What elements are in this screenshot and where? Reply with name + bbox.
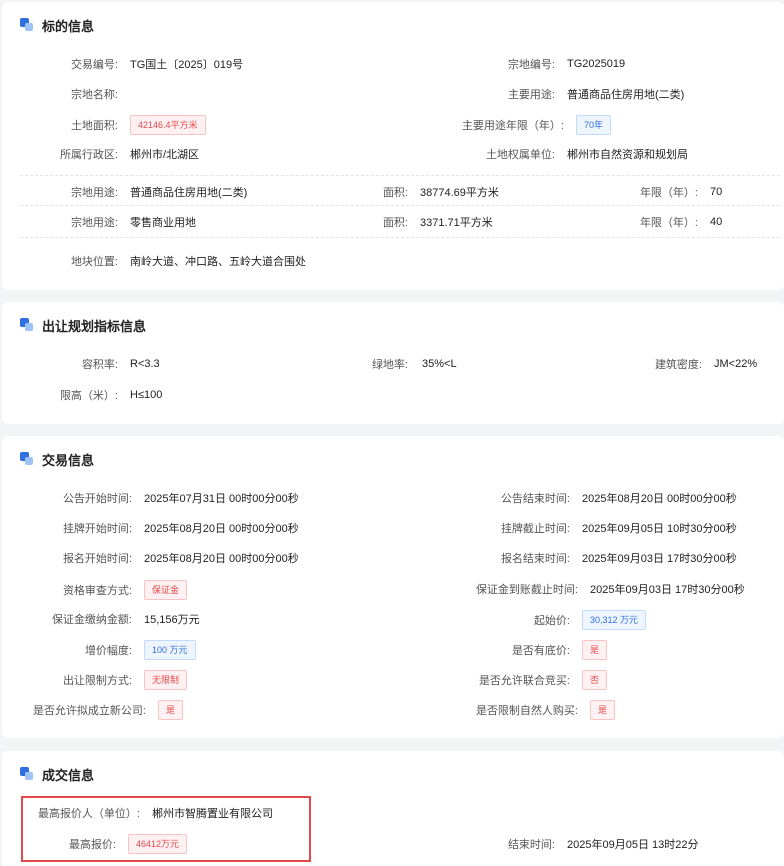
reserve-price-field: 是否有底价: 是 bbox=[457, 639, 608, 661]
subject-info-title: 标的信息 bbox=[20, 16, 94, 34]
main-use-years-badge: 70年 bbox=[576, 115, 612, 135]
district-field: 所属行政区: 郴州市/北湖区 bbox=[59, 149, 200, 161]
use-row-2-years: 年限（年）: 40 bbox=[639, 216, 723, 229]
restriction-badge: 无限制 bbox=[144, 670, 188, 690]
deposit-deadline-field: 保证金到账截止时间: 2025年09月03日 17时30分00秒 bbox=[475, 584, 745, 596]
joint-bid-badge: 否 bbox=[582, 670, 608, 690]
section-icon bbox=[20, 767, 34, 781]
divider bbox=[20, 237, 780, 238]
start-price-badge: 30,312 万元 bbox=[582, 610, 647, 630]
owner-unit-field: 土地权属单位: 郴州市自然资源和规划局 bbox=[485, 149, 688, 161]
green-rate-field: 绿地率: 35%<L bbox=[371, 358, 457, 371]
use-row-1-use: 宗地用途: 普通商品住房用地(二类) bbox=[70, 187, 248, 199]
land-area-badge: 42146.4平方米 bbox=[130, 115, 206, 135]
signup-start-field: 报名开始时间: 2025年08月20日 00时00分00秒 bbox=[62, 553, 299, 565]
reserve-price-badge: 是 bbox=[582, 640, 608, 660]
trade-info-card: 交易信息 公告开始时间: 2025年07月31日 00时00分00秒 公告结束时… bbox=[2, 436, 784, 738]
use-row-2-use: 宗地用途: 零售商业用地 bbox=[70, 217, 196, 229]
review-method-field: 资格审查方式: 保证金 bbox=[12, 579, 188, 601]
restriction-field: 出让限制方式: 无限制 bbox=[12, 669, 188, 691]
parcel-no-field: 宗地编号: TG2025019 bbox=[507, 58, 626, 71]
subject-info-card: 标的信息 交易编号: TG国土〔2025〕019号 宗地编号: TG202501… bbox=[2, 2, 784, 290]
joint-bid-field: 是否允许联合竞买: 否 bbox=[457, 669, 608, 691]
deposit-amount-field: 保证金缴纳金额: 15,156万元 bbox=[51, 614, 200, 626]
signup-end-field: 报名结束时间: 2025年09月03日 17时30分00秒 bbox=[500, 553, 737, 565]
far-field: 容积率: R<3.3 bbox=[81, 358, 160, 371]
divider bbox=[20, 175, 780, 176]
use-row-1-area: 面积: 38774.69平方米 bbox=[382, 187, 499, 199]
section-icon bbox=[20, 452, 34, 466]
density-field: 建筑密度: JM<22% bbox=[654, 358, 758, 371]
listing-end-field: 挂牌截止时间: 2025年09月05日 10时30分00秒 bbox=[500, 523, 737, 535]
new-company-badge: 是 bbox=[158, 700, 184, 720]
increment-field: 增价幅度: 100 万元 bbox=[12, 639, 196, 661]
notice-start-field: 公告开始时间: 2025年07月31日 00时00分00秒 bbox=[62, 493, 299, 505]
natural-person-field: 是否限制自然人购买: 是 bbox=[457, 699, 616, 721]
land-area-field: 土地面积: 42146.4平方米 bbox=[42, 114, 206, 136]
main-use-years-field: 主要用途年限（年）: 70年 bbox=[457, 114, 612, 136]
start-price-field: 起始价: 30,312 万元 bbox=[457, 609, 647, 631]
deal-info-title: 成交信息 bbox=[20, 765, 94, 783]
trade-no-field: 交易编号: TG国土〔2025〕019号 bbox=[70, 59, 244, 71]
height-limit-field: 限高（米）: H≤100 bbox=[59, 389, 163, 402]
divider bbox=[20, 205, 780, 206]
notice-end-field: 公告结束时间: 2025年08月20日 00时00分00秒 bbox=[500, 493, 737, 505]
review-method-badge: 保证金 bbox=[144, 580, 188, 600]
parcel-name-field: 宗地名称: bbox=[70, 89, 118, 101]
new-company-field: 是否允许拟成立新公司: 是 bbox=[12, 699, 184, 721]
planning-info-card: 出让规划指标信息 容积率: R<3.3 绿地率: 35%<L 建筑密度: JM<… bbox=[2, 302, 784, 424]
trade-info-title: 交易信息 bbox=[20, 450, 94, 468]
planning-info-title: 出让规划指标信息 bbox=[20, 316, 146, 334]
section-icon bbox=[20, 18, 34, 32]
increment-badge: 100 万元 bbox=[144, 640, 196, 660]
main-use-field: 主要用途: 普通商品住房用地(二类) bbox=[507, 89, 685, 101]
location-field: 地块位置: 南岭大道、冲口路、五岭大道合围处 bbox=[70, 256, 306, 268]
highlight-box bbox=[21, 796, 311, 862]
end-time-field: 结束时间: 2025年09月05日 13时22分 bbox=[507, 839, 699, 851]
section-icon bbox=[20, 318, 34, 332]
use-row-1-years: 年限（年）: 70 bbox=[639, 186, 723, 199]
use-row-2-area: 面积: 3371.71平方米 bbox=[382, 217, 493, 229]
natural-person-badge: 是 bbox=[590, 700, 616, 720]
listing-start-field: 挂牌开始时间: 2025年08月20日 00时00分00秒 bbox=[62, 523, 299, 535]
